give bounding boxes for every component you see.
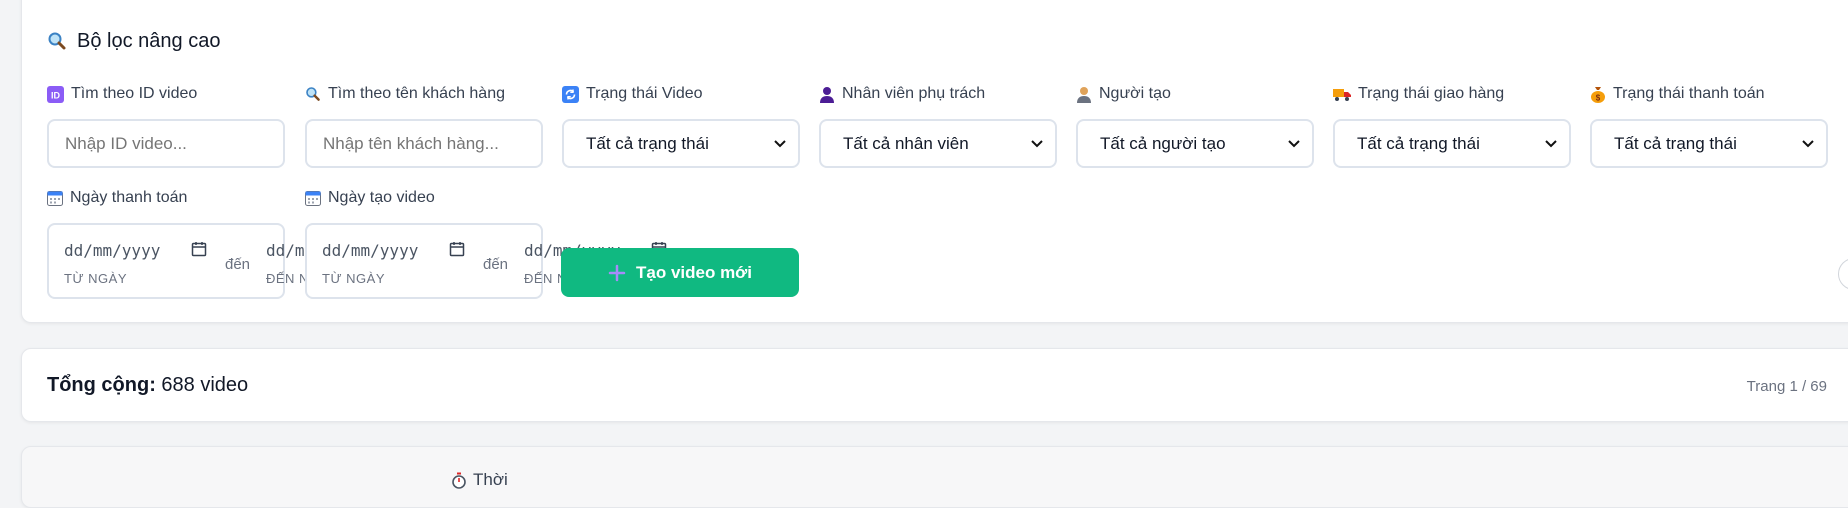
create-video-label: Tạo video mới bbox=[636, 262, 752, 282]
created-date-filter: Ngày tạo video dd/mm/yyyy TỪ NGÀY đến dd… bbox=[305, 187, 667, 299]
summary-bar bbox=[21, 348, 1848, 422]
delivery-status-select[interactable]: Tất cả trạng thái bbox=[1333, 119, 1571, 168]
created-date-label: Ngày tạo video bbox=[328, 189, 435, 206]
creator-select[interactable]: Tất cả người tạo bbox=[1076, 119, 1314, 168]
created-date-from-caption: TỪ NGÀY bbox=[322, 271, 385, 286]
truck-icon bbox=[1333, 87, 1351, 102]
column-header-label: Thời bbox=[473, 470, 508, 489]
person-icon bbox=[819, 86, 835, 103]
calendar-icon bbox=[47, 190, 63, 206]
chevron-down-icon bbox=[774, 139, 786, 148]
video-id-filter: ID Tìm theo ID video bbox=[47, 83, 285, 168]
stopwatch-icon bbox=[451, 472, 467, 489]
payment-date-label: Ngày thanh toán bbox=[70, 189, 188, 206]
magnifier-icon bbox=[305, 86, 321, 102]
creator-value: Tất cả người tạo bbox=[1100, 133, 1226, 153]
created-date-from-input[interactable]: dd/mm/yyyy bbox=[322, 241, 418, 260]
delivery-status-filter: Trạng thái giao hàng Tất cả trạng thái bbox=[1333, 83, 1571, 168]
payment-status-select[interactable]: Tất cả trạng thái bbox=[1590, 119, 1828, 168]
video-status-select[interactable]: Tất cả trạng thái bbox=[562, 119, 800, 168]
chevron-down-icon bbox=[1031, 139, 1043, 148]
person-icon bbox=[1076, 86, 1092, 103]
chevron-down-icon bbox=[1802, 139, 1814, 148]
payment-date-to-caption: ĐẾN N bbox=[266, 271, 309, 286]
svg-text:$: $ bbox=[1596, 93, 1601, 102]
refresh-icon bbox=[562, 85, 579, 103]
payment-date-range: dd/mm/yyyy TỪ NGÀY đến dd/m ĐẾN N bbox=[47, 223, 308, 299]
payment-date-from-caption: TỪ NGÀY bbox=[64, 271, 127, 286]
payment-status-value: Tất cả trạng thái bbox=[1614, 133, 1737, 153]
total-value: 688 video bbox=[161, 374, 249, 396]
delivery-status-label: Trạng thái giao hàng bbox=[1358, 85, 1505, 102]
chevron-down-icon bbox=[1288, 139, 1300, 148]
payment-status-label: Trạng thái thanh toán bbox=[1613, 85, 1765, 102]
total-count: Tổng cộng: 688 video bbox=[47, 374, 248, 397]
payment-status-filter: $ Trạng thái thanh toán Tất cả trạng thá… bbox=[1590, 83, 1828, 168]
calendar-picker-icon[interactable] bbox=[449, 241, 465, 257]
svg-text:ID: ID bbox=[51, 90, 61, 100]
payment-date-filter: Ngày thanh toán dd/mm/yyyy TỪ NGÀY đến d… bbox=[47, 187, 308, 299]
created-date-range: dd/mm/yyyy TỪ NGÀY đến dd/mm/yyyy ĐẾN NG… bbox=[305, 223, 667, 299]
calendar-picker-icon[interactable] bbox=[191, 241, 207, 257]
customer-name-filter: Tìm theo tên khách hàng bbox=[305, 83, 543, 168]
create-video-button[interactable]: Tạo video mới bbox=[561, 248, 799, 297]
customer-name-label: Tìm theo tên khách hàng bbox=[328, 85, 505, 102]
page-indicator: Trang 1 / 69 bbox=[1746, 378, 1827, 395]
staff-filter: Nhân viên phụ trách Tất cả nhân viên bbox=[819, 83, 1057, 168]
staff-select[interactable]: Tất cả nhân viên bbox=[819, 119, 1057, 168]
customer-name-input[interactable] bbox=[305, 119, 543, 168]
staff-label: Nhân viên phụ trách bbox=[842, 85, 986, 102]
created-date-separator: đến bbox=[483, 256, 509, 273]
video-status-value: Tất cả trạng thái bbox=[586, 133, 709, 153]
payment-date-to-input[interactable]: dd/m bbox=[266, 241, 305, 260]
id-icon: ID bbox=[47, 85, 64, 103]
filter-title: Bộ lọc nâng cao bbox=[47, 28, 220, 54]
payment-date-from-input[interactable]: dd/mm/yyyy bbox=[64, 241, 160, 260]
magnifier-icon bbox=[47, 31, 67, 51]
video-id-input[interactable] bbox=[47, 119, 285, 168]
delivery-status-value: Tất cả trạng thái bbox=[1357, 133, 1480, 153]
video-status-filter: Trạng thái Video Tất cả trạng thái bbox=[562, 83, 800, 168]
filter-title-text: Bộ lọc nâng cao bbox=[77, 29, 221, 52]
plus-icon bbox=[608, 264, 626, 282]
staff-value: Tất cả nhân viên bbox=[843, 133, 969, 153]
video-status-label: Trạng thái Video bbox=[586, 85, 703, 102]
creator-filter: Người tạo Tất cả người tạo bbox=[1076, 83, 1314, 168]
creator-label: Người tạo bbox=[1099, 85, 1171, 102]
chevron-down-icon bbox=[1545, 139, 1557, 148]
table-column-header[interactable]: Thời bbox=[451, 470, 508, 490]
money-bag-icon: $ bbox=[1590, 86, 1606, 103]
video-id-label: Tìm theo ID video bbox=[71, 85, 198, 102]
payment-date-separator: đến bbox=[225, 256, 251, 273]
video-table bbox=[21, 446, 1848, 508]
calendar-icon bbox=[305, 190, 321, 206]
total-label: Tổng cộng: bbox=[47, 374, 156, 396]
